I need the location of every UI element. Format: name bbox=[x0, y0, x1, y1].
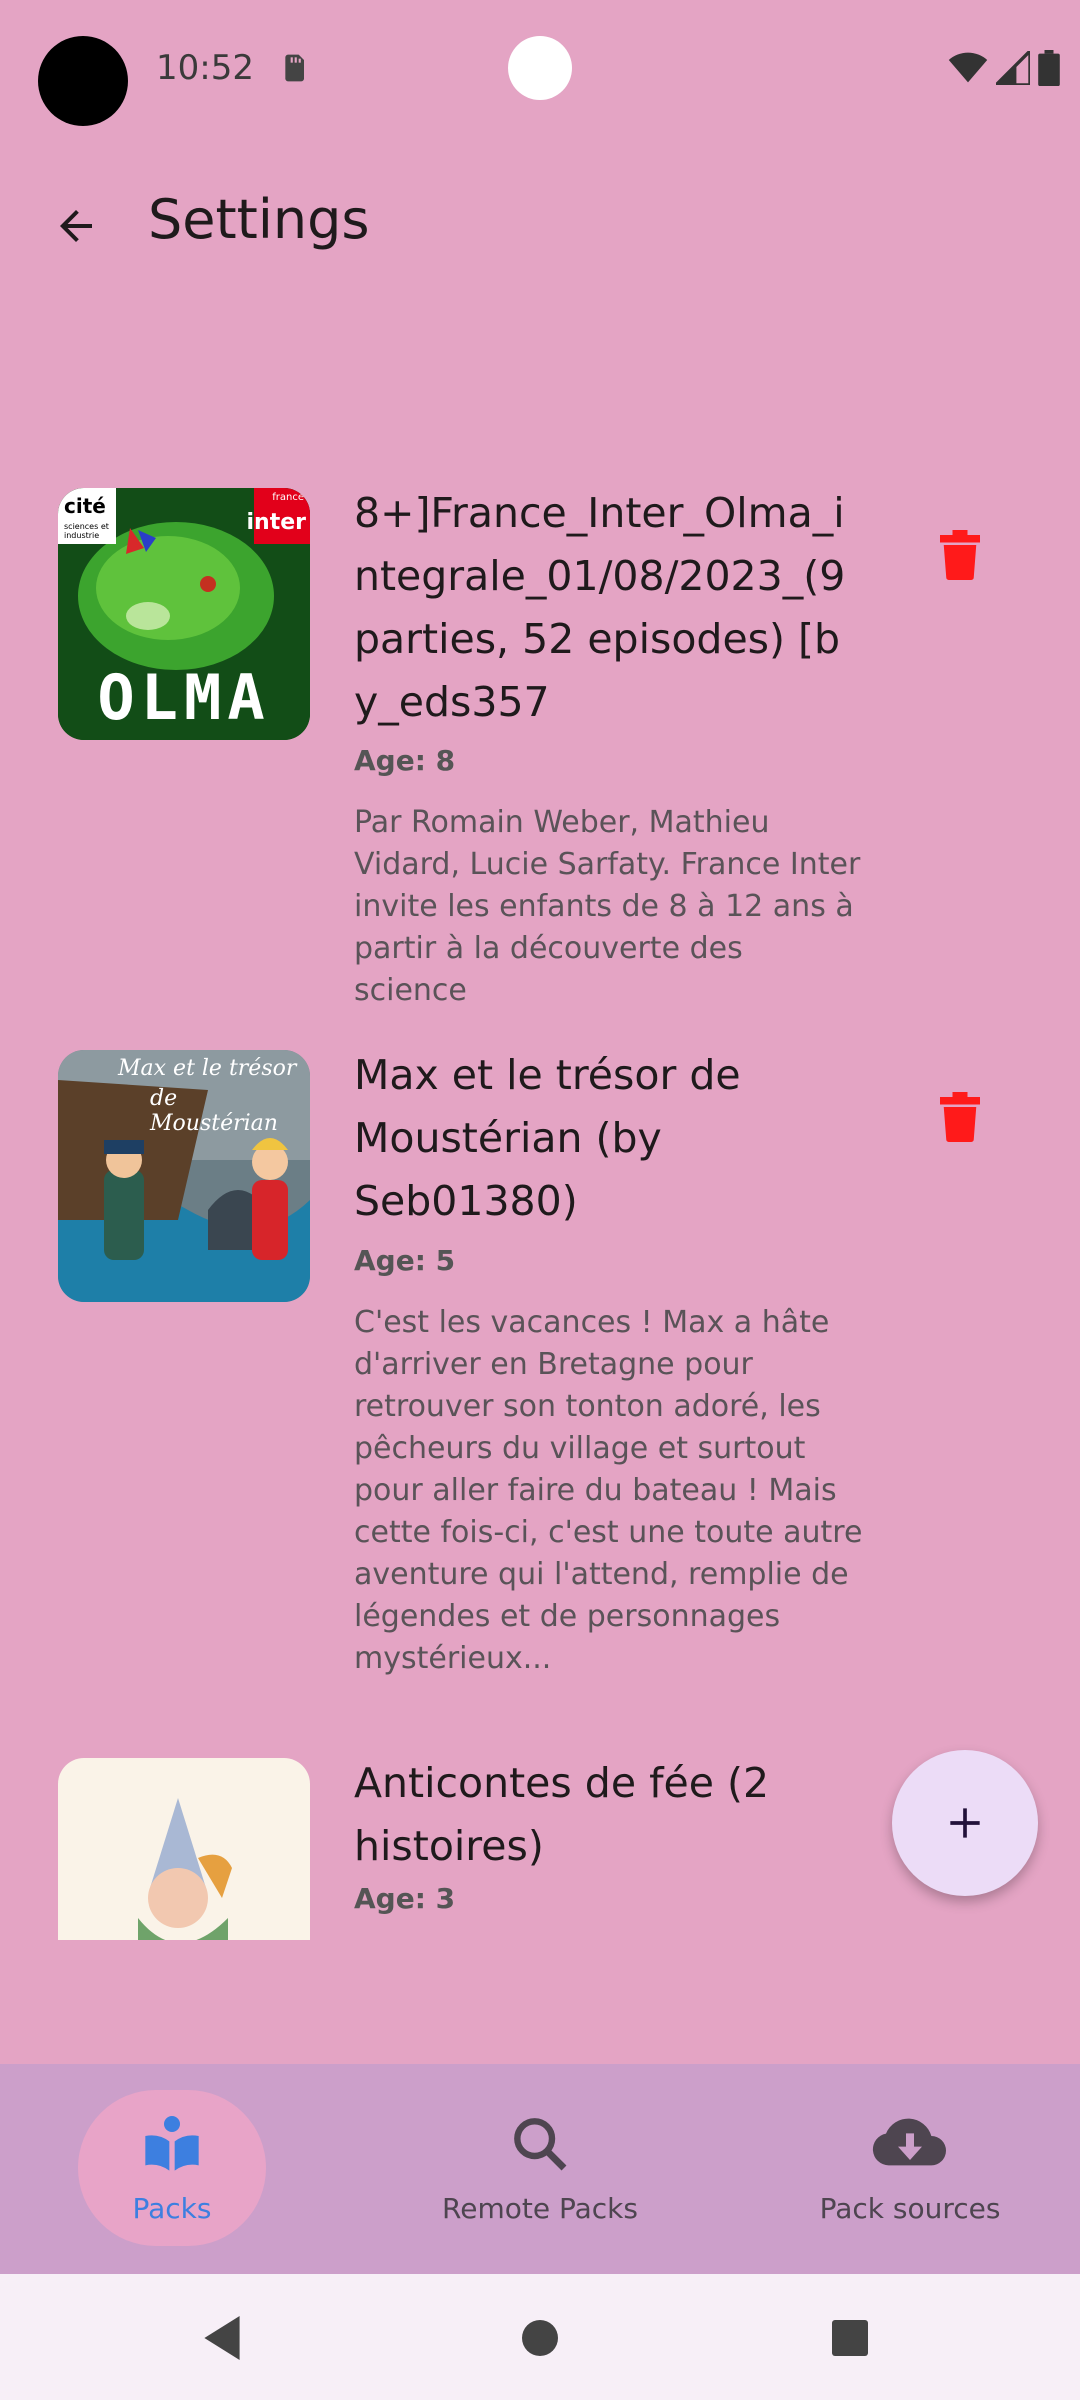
delete-pack-button[interactable] bbox=[930, 520, 990, 590]
battery-icon bbox=[1038, 50, 1060, 86]
plus-icon bbox=[950, 1808, 980, 1838]
camera-dot bbox=[38, 36, 128, 126]
cover-title-line2: de Moustérian bbox=[150, 1086, 278, 1136]
status-bar: 10:52 bbox=[0, 0, 1080, 140]
nav-item-packs[interactable]: Packs bbox=[78, 2064, 266, 2274]
status-icons bbox=[948, 50, 1060, 86]
pack-thumbnail bbox=[58, 1758, 310, 1940]
arrow-back-icon bbox=[60, 210, 92, 242]
pack-title: 8+]France_Inter_Olma_integrale_01/08/202… bbox=[354, 489, 846, 726]
pack-title: Max et le trésor de Moustérian (by Seb01… bbox=[354, 1051, 741, 1225]
nav-label-packs: Packs bbox=[132, 2192, 212, 2225]
back-button[interactable] bbox=[40, 190, 112, 262]
pack-description: Par Romain Weber, Mathieu Vidard, Lucie … bbox=[354, 805, 861, 1008]
add-pack-button[interactable] bbox=[892, 1750, 1038, 1896]
anticontes-cover-art bbox=[58, 1758, 310, 1940]
page-title: Settings bbox=[148, 188, 370, 251]
status-time: 10:52 bbox=[156, 48, 254, 88]
app-bar: Settings bbox=[0, 160, 1080, 280]
trash-icon bbox=[940, 1092, 980, 1142]
search-icon bbox=[508, 2104, 572, 2184]
pack-item[interactable]: cité sciences et industrie france inter … bbox=[0, 460, 1080, 1020]
pack-thumbnail: Max et le trésor de Moustérian bbox=[58, 1050, 310, 1302]
bottom-navigation: Packs Remote Packs Pack sources bbox=[0, 2064, 1080, 2274]
system-navigation-bar bbox=[0, 2274, 1080, 2400]
pack-item[interactable]: Max et le trésor de Moustérian Max et le… bbox=[0, 1022, 1080, 1722]
nav-label-pack-sources: Pack sources bbox=[819, 2192, 1001, 2225]
signal-icon bbox=[996, 51, 1030, 85]
system-recents-icon[interactable] bbox=[830, 2318, 870, 2358]
pack-list[interactable]: cité sciences et industrie france inter … bbox=[0, 460, 1080, 1940]
delete-pack-button[interactable] bbox=[930, 1082, 990, 1152]
system-back-icon[interactable] bbox=[200, 2316, 244, 2360]
wifi-icon bbox=[948, 52, 988, 83]
cite-logo-sub: sciences et industrie bbox=[64, 522, 109, 540]
inter-logo-sub: france bbox=[272, 492, 304, 503]
inter-logo: inter bbox=[246, 510, 307, 535]
pack-age: Age: 8 bbox=[354, 744, 456, 777]
cite-logo: cité bbox=[64, 494, 106, 518]
book-reader-icon bbox=[140, 2104, 204, 2184]
cloud-download-icon bbox=[870, 2104, 950, 2184]
front-camera bbox=[508, 36, 572, 100]
cover-title-line1: Max et le trésor bbox=[118, 1056, 297, 1081]
nav-item-remote-packs[interactable]: Remote Packs bbox=[420, 2064, 660, 2274]
nav-label-remote-packs: Remote Packs bbox=[442, 2192, 638, 2225]
pack-title: Anticontes de fée (2 histoires) bbox=[354, 1759, 770, 1870]
pack-age: Age: 3 bbox=[354, 1882, 456, 1915]
system-home-icon[interactable] bbox=[520, 2318, 560, 2358]
nav-item-pack-sources[interactable]: Pack sources bbox=[800, 2064, 1020, 2274]
pack-thumbnail: cité sciences et industrie france inter … bbox=[58, 488, 310, 740]
cover-title: OLMA bbox=[97, 661, 271, 734]
pack-description: C'est les vacances ! Max a hâte d'arrive… bbox=[354, 1305, 863, 1676]
trash-icon bbox=[940, 530, 980, 580]
sd-card-icon bbox=[285, 54, 304, 82]
pack-age: Age: 5 bbox=[354, 1244, 456, 1277]
